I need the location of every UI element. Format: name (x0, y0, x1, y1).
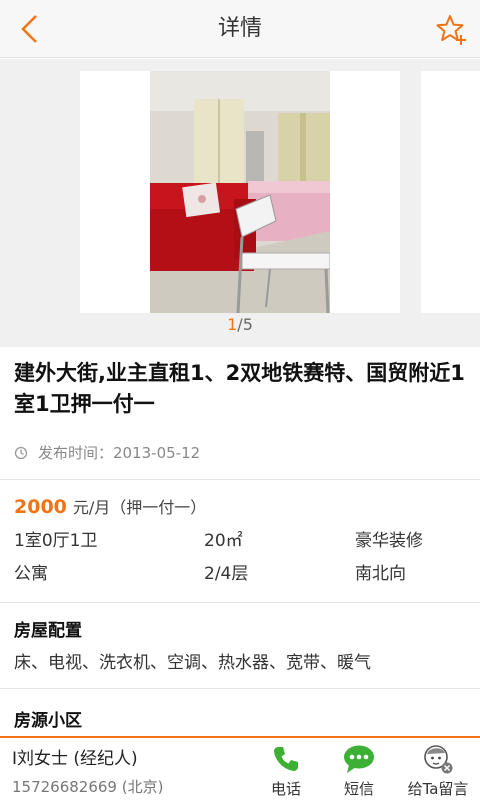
call-label: 电话 (270, 780, 301, 798)
spec-orientation: 南北向 (355, 564, 406, 584)
photo-counter-total: /5 (237, 315, 253, 334)
agent-phone: 15726682669 (北京) (12, 778, 164, 796)
divider (0, 602, 480, 603)
photo-card[interactable] (80, 71, 400, 313)
spec-layout: 1室0厅1卫 (14, 531, 98, 551)
top-bar: 详情 (0, 0, 480, 58)
publish-time: 发布时间：2013-05-12 (14, 442, 200, 463)
room-photo (150, 71, 330, 313)
spec-decoration: 豪华装修 (355, 531, 423, 551)
spec-row: 1室0厅1卫 20㎡ 豪华装修 (14, 526, 474, 559)
spec-area: 20㎡ (204, 531, 243, 551)
divider (0, 479, 480, 480)
sms-bubble-icon (344, 745, 374, 773)
price-amount: 2000 (14, 496, 67, 518)
phone-icon (274, 747, 298, 771)
leave-message-button[interactable]: 给Ta留言 (400, 744, 476, 799)
spec-type: 公寓 (14, 564, 48, 584)
spec-row: 公寓 2/4层 南北向 (14, 559, 474, 592)
price: 2000 元/月（押一付一） (14, 494, 206, 518)
contact-bar: I刘女士 (经纪人) 15726682669 (北京) 电话 短信 给Ta留言 (0, 736, 480, 800)
agent-name: I刘女士 (经纪人) (12, 749, 138, 769)
leave-message-icon (424, 745, 453, 774)
photo-counter-current: 1 (227, 315, 238, 334)
next-photo-card[interactable] (421, 71, 480, 313)
sms-button[interactable]: 短信 (321, 744, 397, 799)
price-unit: 元/月（押一付一） (72, 498, 207, 517)
favorite-button[interactable] (432, 10, 472, 50)
photo-gallery[interactable]: 1/5 (0, 59, 480, 347)
listing-title: 建外大街,业主直租1、2双地铁赛特、国贸附近1室1卫押一付一 (14, 361, 465, 416)
community-heading: 房源小区 (14, 711, 82, 731)
spec-grid: 1室0厅1卫 20㎡ 豪华装修 公寓 2/4层 南北向 (14, 526, 474, 592)
publish-time-text: 发布时间：2013-05-12 (38, 444, 201, 462)
sms-label: 短信 (343, 780, 374, 798)
clock-icon (14, 446, 28, 459)
page-title: 详情 (217, 16, 262, 41)
config-heading: 房屋配置 (14, 621, 82, 641)
spec-floor: 2/4层 (204, 564, 249, 584)
config-items: 床、电视、洗衣机、空调、热水器、宽带、暖气 (14, 653, 371, 673)
leave-message-label: 给Ta留言 (407, 780, 469, 798)
photo-counter: 1/5 (0, 315, 480, 334)
divider (0, 688, 480, 689)
star-add-icon (436, 15, 466, 45)
call-button[interactable]: 电话 (248, 744, 324, 799)
